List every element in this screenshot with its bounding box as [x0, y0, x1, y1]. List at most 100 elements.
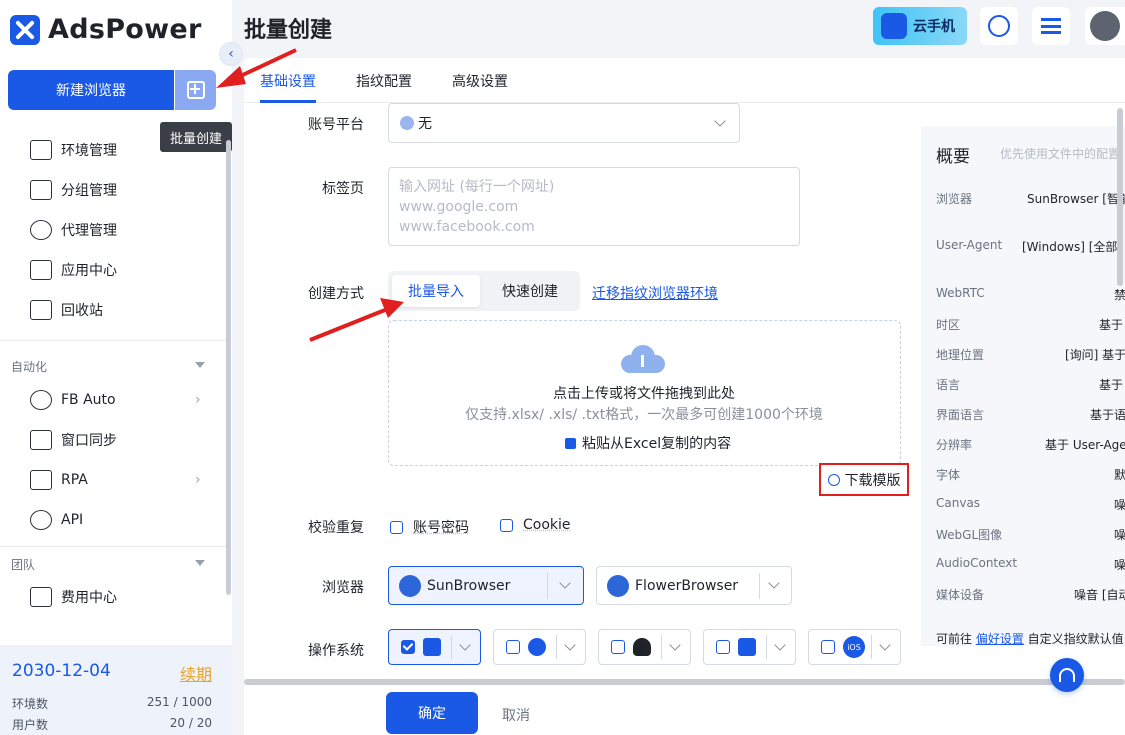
account-platform-select[interactable]: 无	[388, 103, 740, 143]
sidebar-item-app-center[interactable]: 应用中心	[30, 258, 117, 282]
paste-excel-button[interactable]: 粘贴从Excel复制的内容	[565, 433, 731, 453]
summary-title: 概要	[936, 147, 970, 167]
app-name: AdsPower	[48, 14, 202, 45]
task-list-button[interactable]	[1032, 7, 1070, 45]
batch-add-icon	[186, 81, 205, 99]
adspower-logo-icon	[10, 14, 40, 45]
avatar-icon	[1090, 11, 1120, 41]
chevron-down-icon	[564, 639, 576, 651]
download-icon	[827, 473, 840, 486]
checkbox-box	[611, 640, 625, 654]
file-upload-dropzone[interactable]: 点击上传或将文件拖拽到此处 仅支持.xlsx/ .xls/ .txt格式，一次最…	[388, 320, 901, 466]
subscription-panel: 2030-12-04 续期 环境数 251 / 1000 用户数 20 / 20	[0, 645, 232, 735]
sidebar-item-fb-auto[interactable]: FB Auto ›	[30, 388, 201, 412]
browser-flowerbrowser-option[interactable]: FlowerBrowser	[596, 566, 792, 605]
tab-basic-settings[interactable]: 基础设置	[260, 71, 316, 91]
app-logo[interactable]: AdsPower	[10, 14, 202, 45]
cloud-phone-button[interactable]: 云手机	[873, 7, 967, 45]
sidebar-item-window-sync[interactable]: 窗口同步	[30, 428, 117, 452]
more-dots-icon	[400, 116, 414, 130]
user-count: 用户数 20 / 20	[12, 716, 212, 732]
summary-panel: 概要 优先使用文件中的配置 浏览器SunBrowser [智能匹配] User-…	[921, 126, 1125, 646]
create-method-segmented: 批量导入 快速创建	[388, 271, 580, 311]
active-tab-indicator	[260, 100, 316, 103]
dedupe-account-checkbox[interactable]: 账号密码	[390, 517, 469, 537]
apple-icon	[528, 638, 546, 656]
folder-icon	[30, 180, 52, 200]
sidebar-item-proxies[interactable]: 代理管理	[30, 218, 117, 242]
flowerbrowser-icon	[607, 574, 629, 597]
env-count: 环境数 251 / 1000	[12, 695, 212, 711]
form-footer: 确定 取消	[244, 685, 1125, 735]
sidebar-item-api[interactable]: API	[30, 508, 83, 532]
chevron-down-icon	[774, 639, 786, 651]
upload-circle-icon	[988, 15, 1010, 37]
dedupe-label: 校验重复	[308, 520, 364, 536]
sidebar-item-recycle-bin[interactable]: 回收站	[30, 298, 103, 322]
os-macos-option[interactable]	[493, 629, 586, 665]
sidebar-scrollbar[interactable]	[226, 140, 231, 595]
checkbox-checked	[401, 640, 415, 654]
dedupe-cookie-checkbox[interactable]: Cookie	[500, 517, 571, 533]
migrate-browser-link[interactable]: 迁移指纹浏览器环境	[592, 283, 718, 303]
chevron-down-icon	[768, 577, 780, 589]
puzzle-icon	[30, 260, 52, 280]
tab-fingerprint-config[interactable]: 指纹配置	[356, 71, 412, 91]
os-ios-option[interactable]: iOS	[808, 629, 901, 665]
summary-footer: 可前往 偏好设置 自定义指纹默认值	[936, 632, 1124, 646]
os-android-option[interactable]	[703, 629, 796, 665]
sidebar-item-rpa[interactable]: RPA ›	[30, 468, 201, 492]
os-linux-option[interactable]	[598, 629, 691, 665]
content-scrollbar[interactable]	[1117, 108, 1123, 286]
section-automation[interactable]: 自动化	[11, 358, 211, 375]
renew-link[interactable]: 续期	[180, 661, 212, 685]
paste-icon	[565, 437, 576, 449]
chevron-right-icon: ›	[195, 392, 201, 408]
cloud-upload-icon	[621, 343, 665, 373]
android-icon	[738, 638, 756, 656]
ios-icon: iOS	[843, 636, 865, 658]
download-template-button[interactable]: 下载模版	[819, 463, 909, 496]
sidebar: AdsPower 新建浏览器 批量创建 环境管理 分组管理 代理管理 应用中心 …	[0, 0, 232, 735]
batch-create-panel: 基础设置 指纹配置 高级设置 账号平台 无 标签页 输入网址 (每行一个网址) …	[244, 58, 1125, 735]
section-team[interactable]: 团队	[11, 556, 211, 573]
tabs-url-input[interactable]: 输入网址 (每行一个网址) www.google.com www.faceboo…	[388, 167, 800, 246]
checkbox-box	[821, 640, 835, 654]
os-windows-option[interactable]	[388, 629, 481, 665]
sidebar-item-groups[interactable]: 分组管理	[30, 178, 117, 202]
upgrade-button[interactable]	[980, 7, 1018, 45]
chevron-down-icon	[669, 639, 681, 651]
sidebar-item-environments[interactable]: 环境管理	[30, 138, 117, 162]
collapse-sidebar-button[interactable]: ‹	[219, 42, 243, 66]
os-label: 操作系统	[308, 643, 364, 659]
chevron-down-icon	[459, 639, 471, 651]
sidebar-item-billing[interactable]: 费用中心	[30, 585, 117, 609]
list-icon	[1041, 18, 1061, 34]
checkbox-box	[716, 640, 730, 654]
tab-advanced-settings[interactable]: 高级设置	[452, 71, 508, 91]
upload-format-hint: 仅支持.xlsx/ .xls/ .txt格式，一次最多可创建1000个环境	[465, 407, 823, 423]
customer-support-button[interactable]	[1050, 658, 1084, 692]
expiry-date: 2030-12-04	[12, 661, 111, 681]
summary-hint: 优先使用文件中的配置	[1000, 147, 1121, 161]
upload-instruction: 点击上传或将文件拖拽到此处	[553, 386, 735, 402]
linux-icon	[633, 638, 651, 656]
new-browser-button[interactable]: 新建浏览器	[8, 70, 174, 110]
window-sync-icon	[30, 430, 52, 450]
create-method-label: 创建方式	[308, 286, 364, 302]
method-batch-import[interactable]: 批量导入	[392, 275, 480, 307]
user-avatar[interactable]	[1085, 7, 1125, 45]
checkbox-box	[390, 520, 403, 534]
sidebar-divider	[0, 340, 226, 341]
headset-icon	[1059, 668, 1075, 682]
confirm-button[interactable]: 确定	[386, 692, 478, 734]
account-platform-label: 账号平台	[308, 117, 364, 133]
preferences-link[interactable]: 偏好设置	[976, 632, 1024, 646]
browser-sunbrowser-option[interactable]: SunBrowser	[388, 566, 584, 605]
method-quick-create[interactable]: 快速创建	[484, 275, 576, 307]
chevron-down-icon	[714, 115, 726, 127]
batch-create-button[interactable]	[175, 70, 216, 110]
batch-create-tooltip: 批量创建	[160, 122, 232, 152]
cancel-button[interactable]: 取消	[502, 705, 530, 725]
caret-down-icon	[195, 560, 205, 566]
